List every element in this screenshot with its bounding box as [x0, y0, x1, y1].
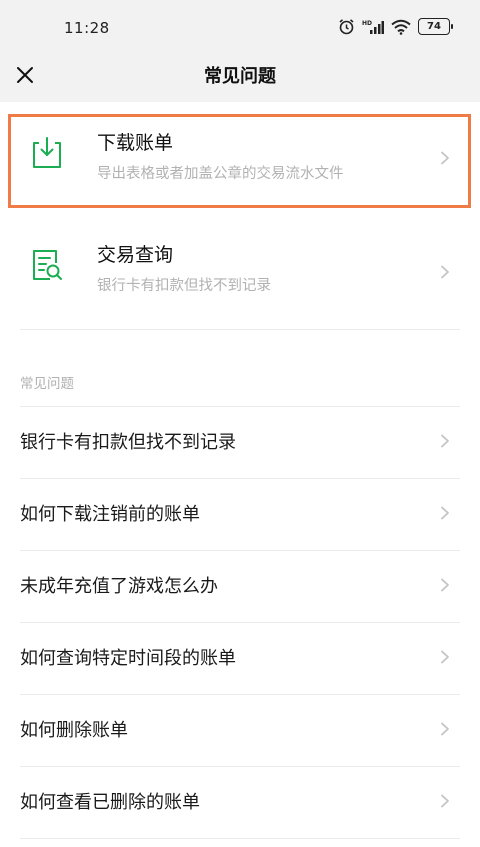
- alarm-icon: [339, 19, 354, 35]
- faq-item-label: 如何删除账单: [20, 720, 128, 741]
- chevron-right-icon: [441, 506, 449, 520]
- faq-item[interactable]: 如何删除账单: [0, 694, 480, 766]
- faq-list: 银行卡有扣款但找不到记录 如何下载注销前的账单 未成年充值了游戏怎么办 如何查询…: [0, 406, 480, 839]
- faq-item-label: 未成年充值了游戏怎么办: [20, 576, 218, 597]
- divider: [20, 766, 460, 767]
- status-bar: 11:28 HD 74: [0, 0, 480, 56]
- download-bill-title: 下载账单: [97, 132, 174, 154]
- svg-text:HD: HD: [362, 20, 372, 27]
- download-bill-desc: 导出表格或者加盖公章的交易流水文件: [97, 166, 344, 182]
- faq-item-label: 银行卡有扣款但找不到记录: [20, 432, 236, 453]
- divider: [20, 478, 460, 479]
- transaction-query-desc: 银行卡有扣款但找不到记录: [97, 278, 271, 294]
- battery-indicator: 74: [418, 18, 453, 35]
- transaction-query-card[interactable]: 交易查询 银行卡有扣款但找不到记录: [0, 218, 480, 330]
- faq-item[interactable]: 未成年充值了游戏怎么办: [0, 550, 480, 622]
- download-icon: [30, 134, 64, 172]
- divider: [20, 329, 460, 330]
- divider: [20, 406, 460, 407]
- chevron-right-icon: [441, 650, 449, 664]
- faq-item-label: 如何查看已删除的账单: [20, 792, 200, 813]
- chevron-right-icon: [441, 578, 449, 592]
- faq-item[interactable]: 如何下载注销前的账单: [0, 478, 480, 550]
- chevron-right-icon: [441, 265, 449, 279]
- section-header: 常见问题: [20, 376, 74, 392]
- status-icons: HD 74: [338, 18, 453, 35]
- transaction-query-title: 交易查询: [97, 244, 174, 266]
- search-document-icon: [30, 246, 64, 284]
- faq-item[interactable]: 如何查看已删除的账单: [0, 766, 480, 838]
- divider: [20, 694, 460, 695]
- faq-item[interactable]: 银行卡有扣款但找不到记录: [0, 406, 480, 478]
- page-title: 常见问题: [204, 66, 276, 87]
- faq-item-label: 如何下载注销前的账单: [20, 504, 200, 525]
- signal-icon: HD: [362, 20, 384, 34]
- download-bill-card[interactable]: 下载账单 导出表格或者加盖公章的交易流水文件: [0, 106, 480, 218]
- wifi-icon: [391, 19, 411, 35]
- chevron-right-icon: [441, 151, 449, 165]
- status-time: 11:28: [64, 19, 110, 37]
- nav-bar: 常见问题: [0, 56, 480, 102]
- divider: [20, 838, 460, 839]
- chevron-right-icon: [441, 794, 449, 808]
- faq-item-label: 如何查询特定时间段的账单: [20, 648, 236, 669]
- divider: [20, 622, 460, 623]
- divider: [20, 550, 460, 551]
- faq-item[interactable]: 如何查询特定时间段的账单: [0, 622, 480, 694]
- list-end: [0, 838, 480, 839]
- chevron-right-icon: [441, 722, 449, 736]
- chevron-right-icon: [441, 434, 449, 448]
